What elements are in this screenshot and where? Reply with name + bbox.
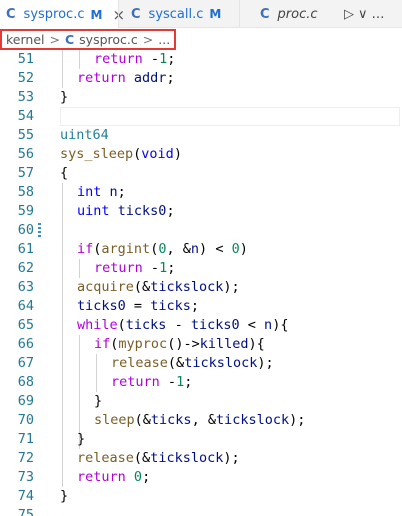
line-number: 74 bbox=[17, 488, 34, 504]
code-text: } bbox=[60, 89, 69, 105]
line-number: 75 bbox=[17, 507, 34, 516]
line-number: 67 bbox=[17, 355, 34, 371]
code-line[interactable]: 53} bbox=[0, 88, 402, 107]
editor-tab-bar: C sysproc.c M × C syscall.c M C proc.c ▷… bbox=[0, 0, 402, 29]
line-number: 64 bbox=[17, 298, 34, 314]
line-number: 54 bbox=[17, 108, 34, 124]
code-text: if(myproc()->killed){ bbox=[94, 336, 265, 352]
code-line[interactable]: 71} bbox=[0, 430, 402, 449]
code-line[interactable]: 56 sys_sleep(void) bbox=[0, 145, 402, 164]
code-text: } bbox=[77, 431, 86, 447]
code-line[interactable]: 62 return -1; bbox=[0, 259, 402, 278]
code-text: release(&tickslock); bbox=[77, 450, 240, 466]
tab-label: proc.c bbox=[277, 6, 318, 22]
line-number: 69 bbox=[17, 393, 34, 409]
code-text: { bbox=[60, 165, 69, 181]
code-line[interactable]: 60 bbox=[0, 221, 402, 240]
code-line[interactable]: 63 acquire(&tickslock); bbox=[0, 278, 402, 297]
code-line[interactable]: 74} bbox=[0, 487, 402, 506]
code-text: if(argint(0, &n) < 0) bbox=[77, 241, 248, 257]
code-text: acquire(&tickslock); bbox=[77, 279, 240, 295]
code-text: } bbox=[94, 393, 103, 409]
more-icon[interactable]: … bbox=[372, 7, 385, 22]
code-line[interactable]: 59 uint ticks0; bbox=[0, 202, 402, 221]
code-text: return -1; bbox=[111, 374, 193, 390]
tab-label: sysproc.c bbox=[23, 7, 85, 22]
line-number: 58 bbox=[17, 184, 34, 200]
code-line[interactable]: 54 bbox=[0, 107, 402, 126]
code-line[interactable]: 70 sleep(&ticks, &tickslock); bbox=[0, 411, 402, 430]
code-line[interactable]: 57 { bbox=[0, 164, 402, 183]
c-file-icon: C bbox=[6, 7, 16, 22]
line-number: 66 bbox=[17, 336, 34, 352]
tab-actions: ▷ ∨ … bbox=[344, 0, 389, 28]
code-text: ticks0 = ticks; bbox=[77, 298, 199, 314]
code-text: return -1; bbox=[94, 260, 176, 276]
tab-sysproc-c[interactable]: C sysproc.c M × bbox=[0, 0, 125, 29]
code-line[interactable]: 58 int n; bbox=[0, 183, 402, 202]
code-text: int n; bbox=[77, 184, 126, 200]
breadcrumb-item-kernel[interactable]: kernel bbox=[6, 32, 45, 47]
code-line[interactable]: 69} bbox=[0, 392, 402, 411]
current-line-highlight bbox=[60, 107, 400, 126]
code-text: while(ticks - ticks0 < n){ bbox=[77, 317, 289, 333]
chevron-right-icon: > bbox=[142, 32, 154, 47]
code-text: } bbox=[60, 488, 69, 504]
modified-indicator: M bbox=[209, 7, 222, 21]
tab-label: syscall.c bbox=[148, 6, 204, 22]
line-number: 59 bbox=[17, 203, 34, 219]
line-number: 52 bbox=[17, 70, 34, 86]
chevron-down-icon[interactable]: ∨ bbox=[358, 7, 368, 22]
line-number: 51 bbox=[17, 51, 34, 67]
code-line[interactable]: 64 ticks0 = ticks; bbox=[0, 297, 402, 316]
modified-indicator: M bbox=[90, 7, 103, 22]
code-line[interactable]: 61 if(argint(0, &n) < 0) bbox=[0, 240, 402, 259]
breadcrumb: kernel > C sysproc.c > ... bbox=[0, 29, 176, 50]
code-line[interactable]: 52 return addr; bbox=[0, 69, 402, 88]
line-number: 73 bbox=[17, 469, 34, 485]
line-number: 63 bbox=[17, 279, 34, 295]
line-number: 62 bbox=[17, 260, 34, 276]
chevron-right-icon: > bbox=[49, 32, 60, 47]
code-line[interactable]: 75 bbox=[0, 506, 402, 516]
code-line[interactable]: 55 uint64 bbox=[0, 126, 402, 145]
code-line[interactable]: 67 release(&tickslock); bbox=[0, 354, 402, 373]
code-text: uint ticks0; bbox=[77, 203, 175, 219]
code-line[interactable]: 51 return -1; bbox=[0, 50, 402, 69]
code-text: release(&tickslock); bbox=[111, 355, 274, 371]
line-number: 65 bbox=[17, 317, 34, 333]
code-text: sys_sleep(void) bbox=[60, 146, 182, 162]
code-text: return addr; bbox=[77, 70, 175, 86]
line-number: 70 bbox=[17, 412, 34, 428]
line-number: 60 bbox=[17, 222, 34, 238]
line-number: 55 bbox=[17, 127, 34, 143]
line-number: 56 bbox=[17, 146, 34, 162]
c-file-icon: C bbox=[64, 32, 75, 47]
code-editor[interactable]: 51 return -1; 52 return addr; 53} 54 55 uint64 5… bbox=[0, 50, 402, 516]
c-file-icon: C bbox=[131, 6, 141, 22]
line-number: 53 bbox=[17, 89, 34, 105]
git-modified-gutter-indicator[interactable] bbox=[38, 223, 41, 239]
line-number: 72 bbox=[17, 450, 34, 466]
code-line[interactable]: 65 while(ticks - ticks0 < n){ bbox=[0, 316, 402, 335]
code-text: return 0; bbox=[77, 469, 151, 485]
code-line[interactable]: 68 return -1; bbox=[0, 373, 402, 392]
breadcrumb-item-file[interactable]: sysproc.c bbox=[79, 32, 138, 47]
code-text: uint64 bbox=[60, 127, 109, 143]
code-line[interactable]: 66 if(myproc()->killed){ bbox=[0, 335, 402, 354]
breadcrumb-item-symbol[interactable]: ... bbox=[158, 32, 170, 47]
code-line[interactable]: 72 release(&tickslock); bbox=[0, 449, 402, 468]
code-text: return -1; bbox=[94, 51, 176, 67]
run-icon[interactable]: ▷ bbox=[344, 7, 354, 22]
tab-proc-c[interactable]: C proc.c bbox=[239, 0, 339, 28]
line-number: 57 bbox=[17, 165, 34, 181]
tab-syscall-c[interactable]: C syscall.c M bbox=[118, 0, 239, 28]
code-text: sleep(&ticks, &tickslock); bbox=[94, 412, 306, 428]
code-line[interactable]: 73 return 0; bbox=[0, 468, 402, 487]
line-number: 61 bbox=[17, 241, 34, 257]
line-number: 68 bbox=[17, 374, 34, 390]
c-file-icon: C bbox=[260, 6, 270, 22]
line-number: 71 bbox=[17, 431, 34, 447]
